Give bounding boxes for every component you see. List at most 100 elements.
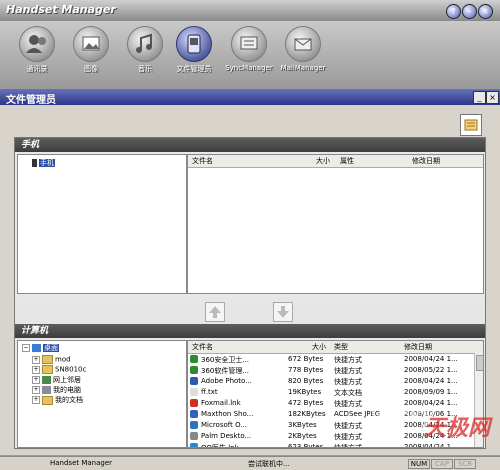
column-header-name[interactable]: 文件名 (192, 342, 213, 352)
cell-name: Palm Deskto... (201, 432, 252, 440)
toolbar-images[interactable]: 图像 (62, 23, 120, 81)
toolbar-mail-manager[interactable]: MailManager (274, 23, 332, 81)
file-icon (190, 421, 198, 429)
cell-name: Adobe Photo... (201, 377, 252, 385)
tree-node-sn8010c[interactable]: + SN8010c (32, 365, 86, 374)
cell-size: 19KBytes (288, 388, 322, 396)
cell-type: 快捷方式 (334, 422, 362, 430)
tree-node-network[interactable]: + 网上邻居 (32, 375, 81, 385)
computer-section-header: 计算机 (15, 324, 485, 338)
app-window: Handset Manager ? – × 通讯录 图像 音乐 文件管理员 Sy… (0, 0, 500, 470)
panel-title-bar: 文件管理员 _ × (0, 89, 500, 106)
cell-type: 快捷方式 (334, 433, 362, 441)
arrow-down-icon (277, 306, 289, 318)
panel-minimize-button[interactable]: _ (473, 91, 486, 104)
panel-close-button[interactable]: × (486, 91, 499, 104)
transfer-bar (15, 298, 485, 324)
contacts-icon (19, 26, 55, 62)
cell-name: QQ医生.lnk (201, 444, 239, 448)
column-header-type[interactable]: 类型 (334, 342, 348, 352)
watermark-text-cn: 天极网 (424, 416, 491, 441)
collapse-icon[interactable]: − (22, 344, 30, 352)
cell-date: 2008/04/24 1... (404, 355, 458, 363)
toolbar-sync-manager[interactable]: SyncManager (220, 23, 278, 81)
cell-size: 2KBytes (288, 432, 317, 440)
table-row[interactable]: 360安全卫士... 672 Bytes 快捷方式 2008/04/24 1... (188, 354, 483, 365)
cell-size: 820 Bytes (288, 377, 324, 385)
table-row[interactable]: 360软件管理... 778 Bytes 快捷方式 2008/05/22 1... (188, 365, 483, 376)
folder-icon (42, 365, 53, 374)
mail-icon (285, 26, 321, 62)
tree-node-label: SN8010c (55, 365, 87, 374)
main-toolbar: 通讯录 图像 音乐 文件管理员 SyncManager MailManager (0, 21, 500, 84)
status-message: 尝试联机中... (248, 460, 290, 468)
cell-type: 文本文档 (334, 389, 362, 397)
table-row[interactable]: QQ医生.lnk 623 Bytes 快捷方式 2008/04/24 1... (188, 442, 483, 448)
toolbar-file-manager[interactable]: 文件管理员 (165, 23, 223, 81)
close-button[interactable]: × (478, 4, 493, 19)
table-row[interactable]: ff.txt 19KBytes 文本文档 2008/09/09 1... (188, 387, 483, 398)
cell-name: Maxthon Sho... (201, 410, 254, 418)
cell-name: Foxmail.lnk (201, 399, 241, 407)
tree-node-mod[interactable]: + mod (32, 355, 71, 364)
window-title: Handset Manager (6, 3, 116, 16)
file-icon (190, 388, 198, 396)
cell-name: 360软件管理... (201, 367, 250, 375)
computer-tree[interactable]: − 桌面 + mod + SN8010c + 网上邻居 + 我的电脑 + 我的文档 (17, 340, 187, 448)
table-row[interactable]: Adobe Photo... 820 Bytes 快捷方式 2008/04/24 1.… (188, 376, 483, 387)
cell-name: Microsoft O... (201, 421, 247, 429)
network-icon (42, 376, 51, 384)
phone-section-header: 手机 (15, 138, 485, 152)
toolbar-label: 图像 (84, 65, 98, 73)
phone-list-header: 文件名 大小 属性 修改日期 (188, 155, 483, 168)
column-header-date[interactable]: 修改日期 (404, 342, 432, 352)
upload-to-phone-button[interactable] (205, 302, 225, 322)
expand-icon[interactable]: + (32, 396, 40, 404)
panel-title: 文件管理员 (6, 95, 56, 106)
cell-date: 2008/04/24 1... (404, 377, 458, 385)
column-header-name[interactable]: 文件名 (192, 156, 213, 166)
tree-node-label: 我的文档 (55, 396, 83, 404)
file-icon (190, 366, 198, 374)
tree-node-my-computer[interactable]: + 我的电脑 (32, 385, 81, 395)
file-icon (190, 355, 198, 363)
column-header-size[interactable]: 大小 (312, 342, 326, 352)
column-header-attributes[interactable]: 属性 (340, 156, 354, 166)
tree-node-desktop[interactable]: − 桌面 (22, 343, 59, 353)
expand-icon[interactable]: + (32, 355, 40, 364)
minimize-button[interactable]: – (462, 4, 477, 19)
phone-tree[interactable]: 手机 (17, 154, 187, 294)
toolbar-label: 文件管理员 (176, 65, 212, 73)
file-icon (190, 443, 198, 447)
expand-icon[interactable]: + (32, 365, 40, 374)
scrollbar-thumb[interactable] (476, 355, 483, 371)
file-icon (190, 377, 198, 385)
status-app-name: Handset Manager (50, 459, 113, 467)
table-row[interactable]: Foxmail.lnk 472 Bytes 快捷方式 2008/04/24 1... (188, 398, 483, 409)
cell-type: 快捷方式 (334, 444, 362, 448)
file-icon (190, 399, 198, 407)
expand-icon[interactable]: + (32, 386, 40, 394)
status-scr-indicator: SCR (454, 459, 476, 469)
phone-file-list[interactable]: 文件名 大小 属性 修改日期 (187, 154, 484, 294)
file-icon (190, 432, 198, 440)
toolbar-contacts[interactable]: 通讯录 (8, 23, 66, 81)
cell-type: 快捷方式 (334, 367, 362, 375)
cell-size: 778 Bytes (288, 366, 324, 374)
title-bar[interactable]: Handset Manager ? – × (0, 0, 500, 22)
expand-icon[interactable]: + (32, 376, 40, 384)
refresh-button[interactable] (460, 114, 482, 136)
tree-node-label: 网上邻居 (53, 376, 81, 384)
cell-size: 3KBytes (288, 421, 317, 429)
cell-date: 2008/04/24 1... (404, 443, 458, 448)
tree-node-my-documents[interactable]: + 我的文档 (32, 395, 83, 405)
sync-icon (231, 26, 267, 62)
column-header-size[interactable]: 大小 (316, 156, 330, 166)
tree-node-phone[interactable]: 手机 (32, 158, 55, 168)
folder-icon (42, 355, 53, 364)
help-button[interactable]: ? (446, 4, 461, 19)
file-manager-icon (176, 26, 212, 62)
phone-icon (32, 159, 37, 167)
column-header-date[interactable]: 修改日期 (412, 156, 440, 166)
download-to-pc-button[interactable] (273, 302, 293, 322)
